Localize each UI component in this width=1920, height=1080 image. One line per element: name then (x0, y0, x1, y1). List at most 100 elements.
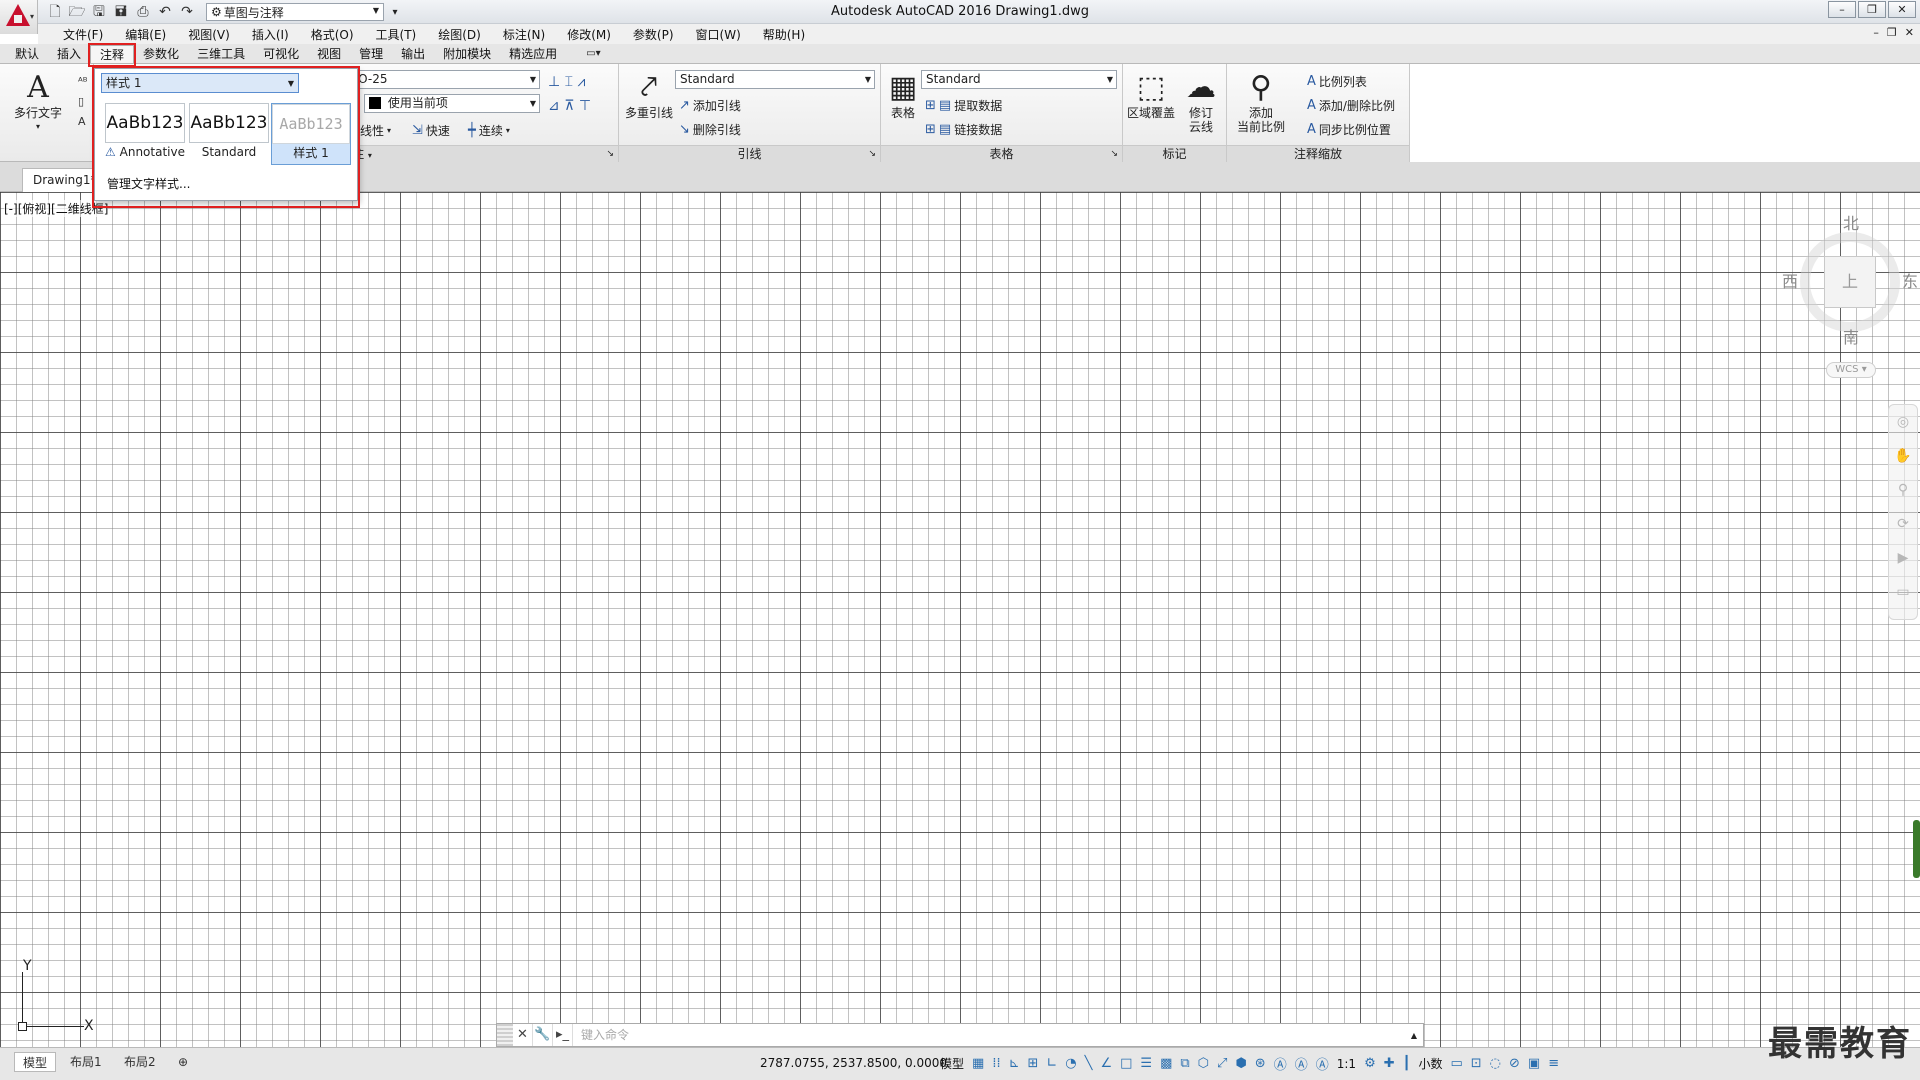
doc-close-icon[interactable]: ✕ (1905, 26, 1914, 39)
steering-wheel-icon[interactable]: ◎ (1889, 405, 1917, 439)
tab-output[interactable]: 输出 (392, 45, 434, 63)
annotation-scale-icon[interactable]: Ⓐ (1316, 1054, 1329, 1073)
auto-scale-icon[interactable]: Ⓐ (1295, 1054, 1308, 1073)
customization-icon[interactable]: ≡ (1548, 1056, 1559, 1071)
menu-parametric[interactable]: 参数(P) (622, 26, 685, 43)
annotation-scale-value[interactable]: 1:1 (1337, 1057, 1356, 1071)
showmotion-icon[interactable]: ▶ (1889, 541, 1917, 575)
coordinates-readout[interactable]: 2787.0755, 2537.8500, 0.0000 (760, 1056, 947, 1070)
polar-icon[interactable]: ◔ (1065, 1056, 1076, 1071)
multileader-button[interactable]: ⤤ 多重引线 (623, 70, 675, 120)
lock-ui-icon[interactable]: ⊡ (1471, 1056, 1482, 1071)
menu-tools[interactable]: 工具(T) (365, 26, 428, 43)
find-text-icon[interactable]: ▯ (78, 92, 88, 112)
transparency-icon[interactable]: ▩ (1160, 1056, 1172, 1071)
isodraft-icon[interactable]: ╲ (1085, 1056, 1093, 1071)
table-button[interactable]: ▦ 表格 (885, 70, 921, 120)
gizmo-icon[interactable]: ⊛ (1255, 1056, 1266, 1071)
dim-break-icon[interactable]: ⊥ (548, 74, 560, 90)
selection-cycling-icon[interactable]: ⧉ (1180, 1056, 1189, 1071)
mtext-button[interactable]: A 多行文字 ▾ (8, 70, 68, 134)
units-icon[interactable]: ┃ (1403, 1056, 1411, 1071)
add-leader-button[interactable]: ↗ 添加引线 (679, 97, 741, 114)
add-current-scale-button[interactable]: ⚲ 添加 当前比例 (1233, 70, 1289, 134)
ribbon-minimize-icon[interactable]: ▭▾ (586, 45, 600, 63)
dim-oblique-icon[interactable]: ⊤ (579, 98, 591, 114)
sync-scale-button[interactable]: A 同步比例位置 (1307, 121, 1391, 138)
link-data-button[interactable]: ⊞ ▤ 链接数据 (925, 121, 1002, 138)
selection-filter-icon[interactable]: ⬢ (1235, 1056, 1246, 1071)
leader-panel-title[interactable]: 引线 ↘ (619, 145, 880, 162)
wcs-menu[interactable]: WCS ▾ (1826, 362, 1876, 378)
panel-launcher-icon[interactable]: ↘ (868, 146, 876, 162)
panel-launcher-icon[interactable]: ↘ (1110, 146, 1118, 162)
dynamic-input-icon[interactable]: ⊞ (1027, 1056, 1038, 1071)
menu-edit[interactable]: 编辑(E) (114, 26, 177, 43)
wrench-icon[interactable]: 🔧 (533, 1024, 553, 1046)
viewcube-top-face[interactable]: 上 (1824, 256, 1876, 308)
remove-leader-button[interactable]: ↘ 删除引线 (679, 121, 741, 138)
drawing-canvas[interactable] (0, 192, 1920, 1047)
markup-panel-title[interactable]: 标记 (1123, 145, 1226, 162)
dim-quick-button[interactable]: ⇲ 快速 (412, 122, 450, 139)
tab-insert[interactable]: 插入 (48, 45, 90, 63)
tab-parametric[interactable]: 参数化 (134, 45, 188, 63)
command-input[interactable]: 键入命令 (573, 1024, 1405, 1046)
dim-adjust-icon[interactable]: ⌶ (565, 74, 573, 90)
hardware-acceleration-icon[interactable]: ⊘ (1509, 1056, 1520, 1071)
annotation-monitor-icon[interactable]: ✚ (1384, 1056, 1395, 1071)
tab-manage[interactable]: 管理 (350, 45, 392, 63)
revcloud-button[interactable]: ☁ 修订 云线 (1179, 70, 1223, 134)
panel-launcher-icon[interactable]: ↘ (606, 146, 614, 162)
clean-screen-icon[interactable]: ▣ (1528, 1056, 1540, 1071)
spell-check-icon[interactable]: ᴬᴮ (78, 72, 88, 92)
model-space-toggle[interactable]: 模型 (940, 1055, 964, 1072)
chevron-up-icon[interactable]: ▲ (1405, 1031, 1423, 1040)
dimstyle-combo[interactable]: ISO-25 ▼ (342, 70, 540, 89)
pan-icon[interactable]: ✋ (1889, 439, 1917, 473)
menu-view[interactable]: 视图(V) (177, 26, 241, 43)
close-icon[interactable]: ✕ (1888, 1, 1916, 18)
menu-dimension[interactable]: 标注(N) (492, 26, 556, 43)
tab-addins[interactable]: 附加模块 (434, 45, 500, 63)
dim-update-icon[interactable]: ⊼ (564, 98, 574, 114)
menu-help[interactable]: 帮助(H) (752, 26, 816, 43)
dynamic-ucs-icon[interactable]: ⤢ (1217, 1056, 1227, 1071)
workspace-switch-icon[interactable]: ⚙ (1364, 1056, 1376, 1071)
scale-list-button[interactable]: A 比例列表 (1307, 73, 1367, 90)
layout-tab-layout1[interactable]: 布局1 (62, 1052, 110, 1072)
ortho-icon[interactable]: ∟ (1046, 1056, 1057, 1071)
menu-modify[interactable]: 修改(M) (556, 26, 622, 43)
menu-window[interactable]: 窗口(W) (685, 26, 752, 43)
zoom-icon[interactable]: ⚲ (1889, 473, 1917, 507)
doc-minimize-icon[interactable]: – (1873, 26, 1879, 39)
tab-3d-tools[interactable]: 三维工具 (188, 45, 254, 63)
vertical-scrollbar-thumb[interactable] (1913, 820, 1920, 878)
object-snap-icon[interactable]: □ (1120, 1056, 1132, 1071)
snap-icon[interactable]: ⁞⁞ (992, 1056, 1000, 1071)
quick-properties-icon[interactable]: ▭ (1450, 1056, 1462, 1071)
annotation-visibility-icon[interactable]: Ⓐ (1274, 1054, 1287, 1073)
viewcube-south[interactable]: 南 (1843, 324, 1859, 348)
doc-restore-icon[interactable]: ❐ (1887, 26, 1897, 39)
annotation-scaling-panel-title[interactable]: 注释缩放 (1227, 145, 1409, 162)
viewcube-west[interactable]: 西 (1782, 268, 1798, 292)
tab-featured-apps[interactable]: 精选应用 (500, 45, 566, 63)
text-align-icon[interactable]: A (78, 112, 88, 132)
navbar-customize-icon[interactable]: ▭ (1889, 575, 1917, 609)
dim-layer-combo[interactable]: 使用当前项 ▼ (364, 94, 540, 113)
command-line-grip[interactable] (497, 1024, 513, 1046)
object-snap-tracking-icon[interactable]: ∠ (1100, 1056, 1112, 1071)
lineweight-icon[interactable]: ☰ (1140, 1056, 1152, 1071)
dim-linear-button[interactable]: 线性 ▾ (360, 122, 391, 139)
table-style-combo[interactable]: Standard ▼ (921, 70, 1117, 89)
add-layout-icon[interactable]: ⊕ (170, 1052, 196, 1072)
dim-jog-icon[interactable]: ⩘ (578, 74, 586, 90)
application-menu-button[interactable]: ▾ (0, 0, 38, 34)
tab-default[interactable]: 默认 (6, 45, 48, 63)
grid-icon[interactable]: ▦ (972, 1056, 984, 1071)
layout-tab-model[interactable]: 模型 (14, 1052, 57, 1072)
wipeout-button[interactable]: ⬚ 区域覆盖 (1125, 70, 1177, 120)
menu-draw[interactable]: 绘图(D) (427, 26, 492, 43)
recent-commands-icon[interactable]: ▸_ (553, 1024, 573, 1046)
